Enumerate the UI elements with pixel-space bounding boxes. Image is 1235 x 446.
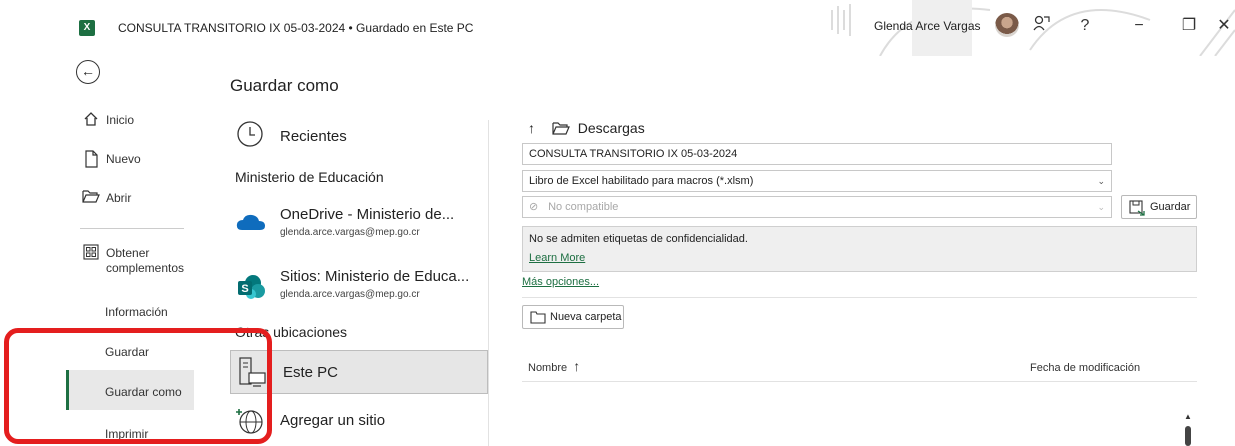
more-options-link[interactable]: Más opciones... xyxy=(522,276,599,288)
section-header-org: Ministerio de Educación xyxy=(235,169,384,185)
nav-divider xyxy=(80,228,184,229)
sensitivity-value: No compatible xyxy=(548,201,619,213)
column-header-modified[interactable]: Fecha de modificación xyxy=(1030,362,1140,374)
save-button-label: Guardar xyxy=(1150,201,1191,213)
coauthor-icon[interactable] xyxy=(1030,14,1052,38)
column-header-name[interactable]: Nombre ↑ xyxy=(528,358,580,374)
location-email: glenda.arce.vargas@mep.go.cr xyxy=(280,227,420,238)
nav-item-inicio[interactable]: Inicio xyxy=(62,111,197,131)
new-folder-label: Nueva carpeta xyxy=(550,311,622,323)
minimize-icon[interactable]: − xyxy=(1128,14,1150,38)
divider xyxy=(522,381,1197,382)
save-button[interactable]: Guardar xyxy=(1121,195,1197,219)
avatar[interactable] xyxy=(995,13,1019,37)
location-label: OneDrive - Ministerio de... xyxy=(280,206,455,223)
excel-icon: X xyxy=(79,20,95,36)
sensitivity-icon: ⊘ xyxy=(529,201,539,213)
location-label: Sitios: Ministerio de Educa... xyxy=(280,268,470,285)
close-icon[interactable]: ✕ xyxy=(1213,14,1235,38)
scrollbar[interactable]: ▲ xyxy=(1183,412,1193,446)
location-label: Este PC xyxy=(283,364,339,381)
save-disk-icon xyxy=(1129,200,1145,219)
nav-label-line2: complementos xyxy=(106,261,185,275)
nav-item-abrir[interactable]: Abrir xyxy=(62,189,197,209)
chevron-down-icon: ⌄ xyxy=(1097,176,1105,186)
location-onedrive[interactable]: OneDrive - Ministerio de... glenda.arce.… xyxy=(230,200,488,248)
filetype-dropdown[interactable]: Libro de Excel habilitado para macros (*… xyxy=(522,170,1112,192)
new-folder-icon xyxy=(530,311,546,327)
scroll-up-arrow-icon[interactable]: ▲ xyxy=(1183,412,1193,422)
learn-more-link[interactable]: Learn More xyxy=(529,252,585,264)
folder-icon xyxy=(552,121,574,138)
save-path-row: ↑ Descargas xyxy=(528,120,645,138)
nav-item-informacion[interactable]: Información xyxy=(62,303,197,323)
nav-label: Abrir xyxy=(106,191,132,205)
up-arrow-icon[interactable]: ↑ xyxy=(528,120,548,136)
back-arrow-icon[interactable]: ← xyxy=(76,60,100,84)
nav-label: Inicio xyxy=(106,113,135,127)
sharepoint-icon: S xyxy=(236,274,266,305)
divider xyxy=(522,297,1197,298)
location-label: Recientes xyxy=(280,128,347,145)
info-message: No se admiten etiquetas de confidenciali… xyxy=(529,233,748,245)
open-folder-icon xyxy=(82,189,100,207)
nav-label: Obtener xyxy=(106,246,150,260)
filetype-value: Libro de Excel habilitado para macros (*… xyxy=(529,175,754,187)
location-email: glenda.arce.vargas@mep.go.cr xyxy=(280,289,420,300)
svg-text:S: S xyxy=(241,283,248,295)
addins-icon xyxy=(82,244,100,262)
location-label: Agregar un sitio xyxy=(280,412,386,429)
sensitivity-info-box: No se admiten etiquetas de confidenciali… xyxy=(522,226,1197,272)
new-folder-button[interactable]: Nueva carpeta xyxy=(522,305,624,329)
save-path-label[interactable]: Descargas xyxy=(578,120,645,136)
sort-ascending-icon: ↑ xyxy=(573,358,581,374)
user-name[interactable]: Glenda Arce Vargas xyxy=(874,19,981,33)
nav-label: Nuevo xyxy=(106,152,141,166)
filename-input[interactable]: CONSULTA TRANSITORIO IX 05-03-2024 xyxy=(522,143,1112,165)
home-icon xyxy=(82,111,100,129)
document-title: CONSULTA TRANSITORIO IX 05-03-2024 • Gua… xyxy=(118,21,474,35)
title-bar: X CONSULTA TRANSITORIO IX 05-03-2024 • G… xyxy=(0,0,1235,56)
location-sites[interactable]: S Sitios: Ministerio de Educa... glenda.… xyxy=(230,262,488,310)
onedrive-cloud-icon xyxy=(236,212,266,237)
clock-icon xyxy=(236,120,264,153)
column-header-name-label: Nombre xyxy=(528,362,568,374)
nav-item-complementos[interactable]: Obtener complementos xyxy=(62,244,197,280)
location-recientes[interactable]: Recientes xyxy=(230,118,488,154)
sensitivity-dropdown: ⊘ No compatible ⌄ xyxy=(522,196,1112,218)
nav-item-nuevo[interactable]: Nuevo xyxy=(62,150,197,170)
column-divider xyxy=(488,120,489,446)
highlight-annotation xyxy=(4,328,272,444)
restore-icon[interactable]: ❐ xyxy=(1178,14,1200,38)
help-icon[interactable]: ? xyxy=(1074,14,1096,38)
nav-label: Información xyxy=(105,305,168,319)
page-title: Guardar como xyxy=(230,76,339,95)
new-document-icon xyxy=(82,150,100,168)
scrollbar-thumb[interactable] xyxy=(1185,426,1191,446)
chevron-down-icon: ⌄ xyxy=(1097,202,1105,212)
